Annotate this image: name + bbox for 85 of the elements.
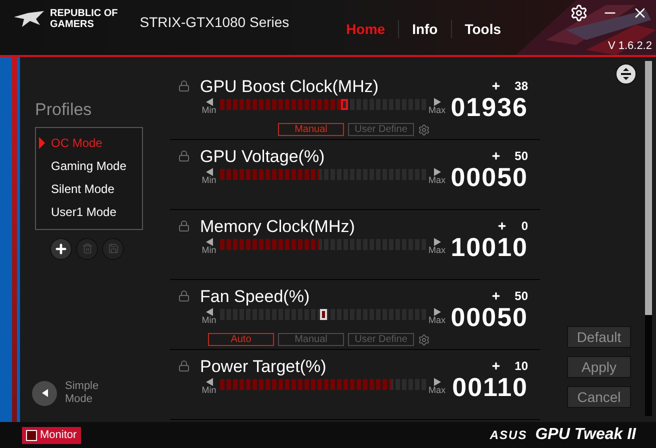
value-readout: 00110 (452, 374, 528, 400)
increase-icon[interactable] (434, 98, 440, 106)
asus-logo: ASUS (490, 427, 528, 444)
nav-tab[interactable]: Home (333, 20, 398, 38)
action-button[interactable]: Cancel (567, 386, 631, 408)
slider-track[interactable] (220, 99, 426, 110)
lock-icon[interactable] (178, 290, 190, 302)
offset-value: 38 (514, 78, 528, 95)
eye-logo-icon (14, 11, 44, 27)
profile-item[interactable]: OC Mode (36, 132, 142, 154)
value-readout: 00050 (450, 304, 528, 330)
scrollbar-thumb[interactable] (645, 61, 652, 315)
profiles-heading: Profiles (35, 99, 93, 121)
monitor-icon (26, 430, 37, 440)
lock-icon[interactable] (178, 80, 190, 92)
simple-mode-button[interactable] (32, 380, 57, 406)
window-title: STRIX-GTX1080 Series (140, 13, 290, 32)
offset-value: 50 (514, 148, 528, 165)
lock-icon[interactable] (178, 220, 190, 232)
mode-button[interactable]: Manual (278, 123, 344, 136)
min-label: Min (202, 316, 216, 325)
control-label: Fan Speed(%) (200, 288, 310, 304)
value-readout: 10010 (450, 234, 528, 260)
mode-button[interactable]: Manual (278, 333, 344, 346)
brand-text: REPUBLIC OF (50, 8, 118, 19)
mode-button[interactable]: Auto (208, 333, 274, 346)
plus-icon (490, 291, 501, 301)
increase-icon[interactable] (434, 238, 440, 246)
slider-thumb[interactable] (340, 99, 348, 110)
value-readout: 00050 (450, 164, 528, 190)
control-label: Power Target(%) (200, 358, 326, 374)
plus-icon (497, 221, 508, 231)
min-label: Min (202, 386, 216, 395)
plus-icon (490, 361, 501, 371)
offset-value: 10 (514, 358, 528, 375)
slider-track[interactable] (220, 239, 426, 250)
control-label: Memory Clock(MHz) (200, 218, 355, 234)
min-label: Min (202, 176, 216, 185)
lock-icon[interactable] (178, 360, 190, 372)
mode-button[interactable]: User Define (348, 123, 414, 136)
trash-icon (82, 243, 92, 254)
expand-collapse-icon[interactable] (615, 63, 637, 85)
increase-icon[interactable] (434, 378, 440, 386)
control-label: GPU Boost Clock(MHz) (200, 78, 379, 94)
action-button[interactable]: Default (567, 326, 631, 348)
value-readout: 01936 (450, 94, 528, 120)
increase-icon[interactable] (434, 168, 440, 176)
offset-value: 50 (514, 288, 528, 305)
max-label: Max (428, 176, 446, 185)
profile-item[interactable]: User1 Mode (36, 200, 142, 224)
offset-value: 0 (521, 218, 528, 235)
brand-text: GAMERS (50, 19, 95, 30)
max-label: Max (428, 246, 446, 255)
control-label: GPU Voltage(%) (200, 148, 325, 164)
decrease-icon[interactable] (206, 168, 212, 176)
plus-icon (490, 151, 501, 161)
nav-tab[interactable]: Info (398, 20, 451, 38)
min-label: Min (202, 106, 216, 115)
plus-icon (490, 81, 501, 91)
profile-item[interactable]: Gaming Mode (36, 154, 142, 178)
max-label: Max (428, 106, 446, 115)
decrease-icon[interactable] (206, 238, 212, 246)
simple-mode-label: Simple Mode (65, 380, 100, 406)
decrease-icon[interactable] (206, 308, 212, 316)
nav-tab[interactable]: Tools (450, 20, 514, 38)
increase-icon[interactable] (434, 308, 440, 316)
monitor-button[interactable]: Monitor (22, 426, 81, 444)
lock-icon[interactable] (178, 150, 190, 162)
mode-button[interactable]: User Define (348, 333, 414, 346)
decrease-icon[interactable] (206, 98, 212, 106)
max-label: Max (428, 386, 446, 395)
slider-track[interactable] (220, 379, 426, 390)
decrease-icon[interactable] (206, 378, 212, 386)
product-logo: GPU Tweak II (535, 427, 636, 443)
version-text: V 1.6.2.2 (608, 39, 652, 54)
action-button[interactable]: Apply (567, 356, 631, 378)
left-arrow-icon (42, 389, 48, 397)
min-label: Min (202, 246, 216, 255)
profile-item[interactable]: Silent Mode (36, 178, 142, 200)
slider-track[interactable] (220, 309, 426, 320)
slider-track[interactable] (220, 169, 426, 180)
add-profile-button[interactable] (50, 238, 72, 260)
plus-icon (54, 242, 68, 256)
max-label: Max (428, 316, 446, 325)
selection-arrow-icon (39, 137, 45, 149)
